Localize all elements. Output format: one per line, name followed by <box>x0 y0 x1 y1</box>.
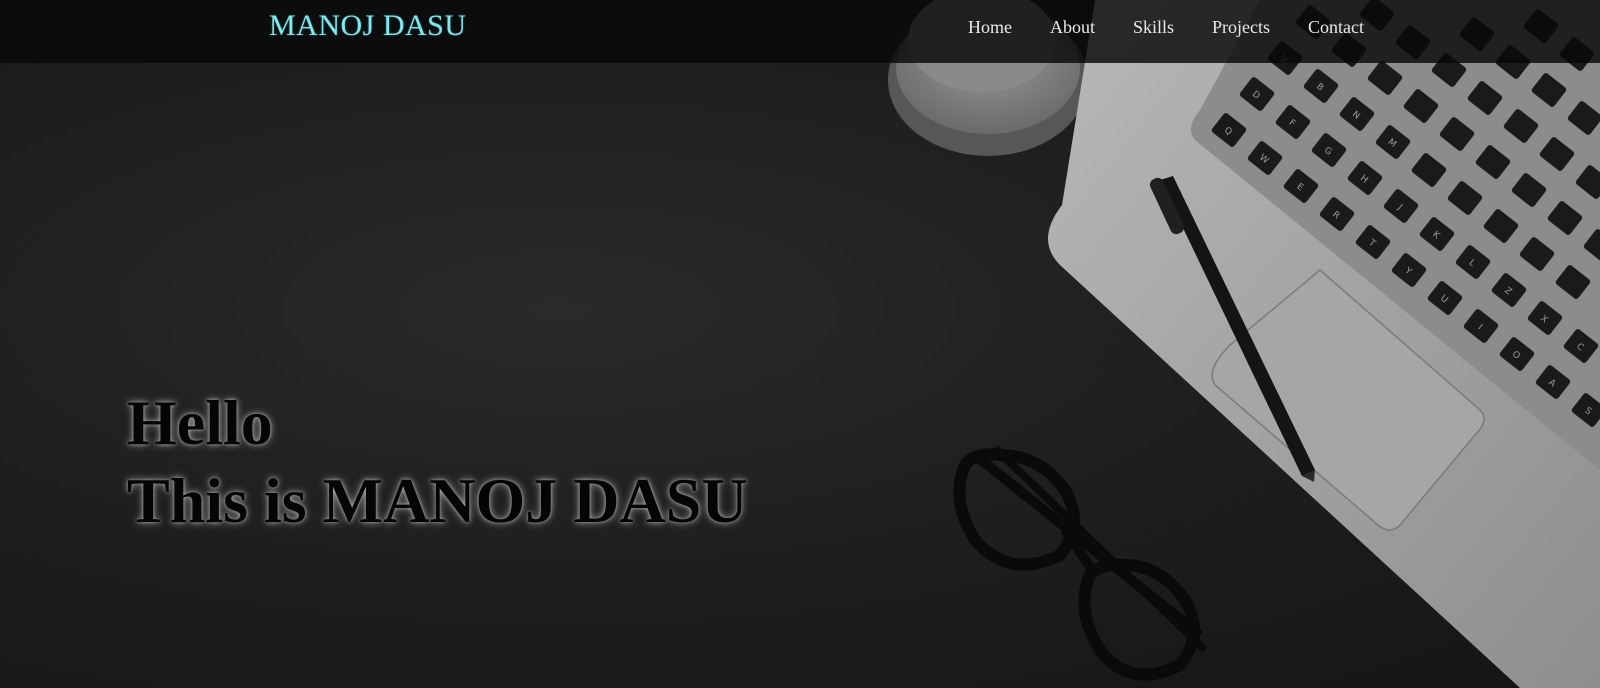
hero-greeting: Hello <box>127 387 273 458</box>
hero-headline: Hello This is MANOJ DASU <box>127 384 748 540</box>
nav-link-skills[interactable]: Skills <box>1133 17 1174 38</box>
nav-link-contact[interactable]: Contact <box>1308 17 1364 38</box>
hero-intro: This is MANOJ DASU <box>127 465 748 536</box>
nav-link-about[interactable]: About <box>1050 17 1095 38</box>
nav-link-home[interactable]: Home <box>968 17 1012 38</box>
eyeglasses-icon <box>953 445 1208 681</box>
nav-link-projects[interactable]: Projects <box>1212 17 1270 38</box>
navbar: MANOJ DASU Home About Skills Projects Co… <box>0 0 1600 63</box>
hero-background-image: QWERTYUIOASDFGHJKLZXCVBNM <box>888 0 1600 688</box>
hero-section: QWERTYUIOASDFGHJKLZXCVBNM MANOJ DASU Hom… <box>0 0 1600 688</box>
brand-logo[interactable]: MANOJ DASU <box>269 9 467 43</box>
nav-menu: Home About Skills Projects Contact <box>968 17 1364 38</box>
